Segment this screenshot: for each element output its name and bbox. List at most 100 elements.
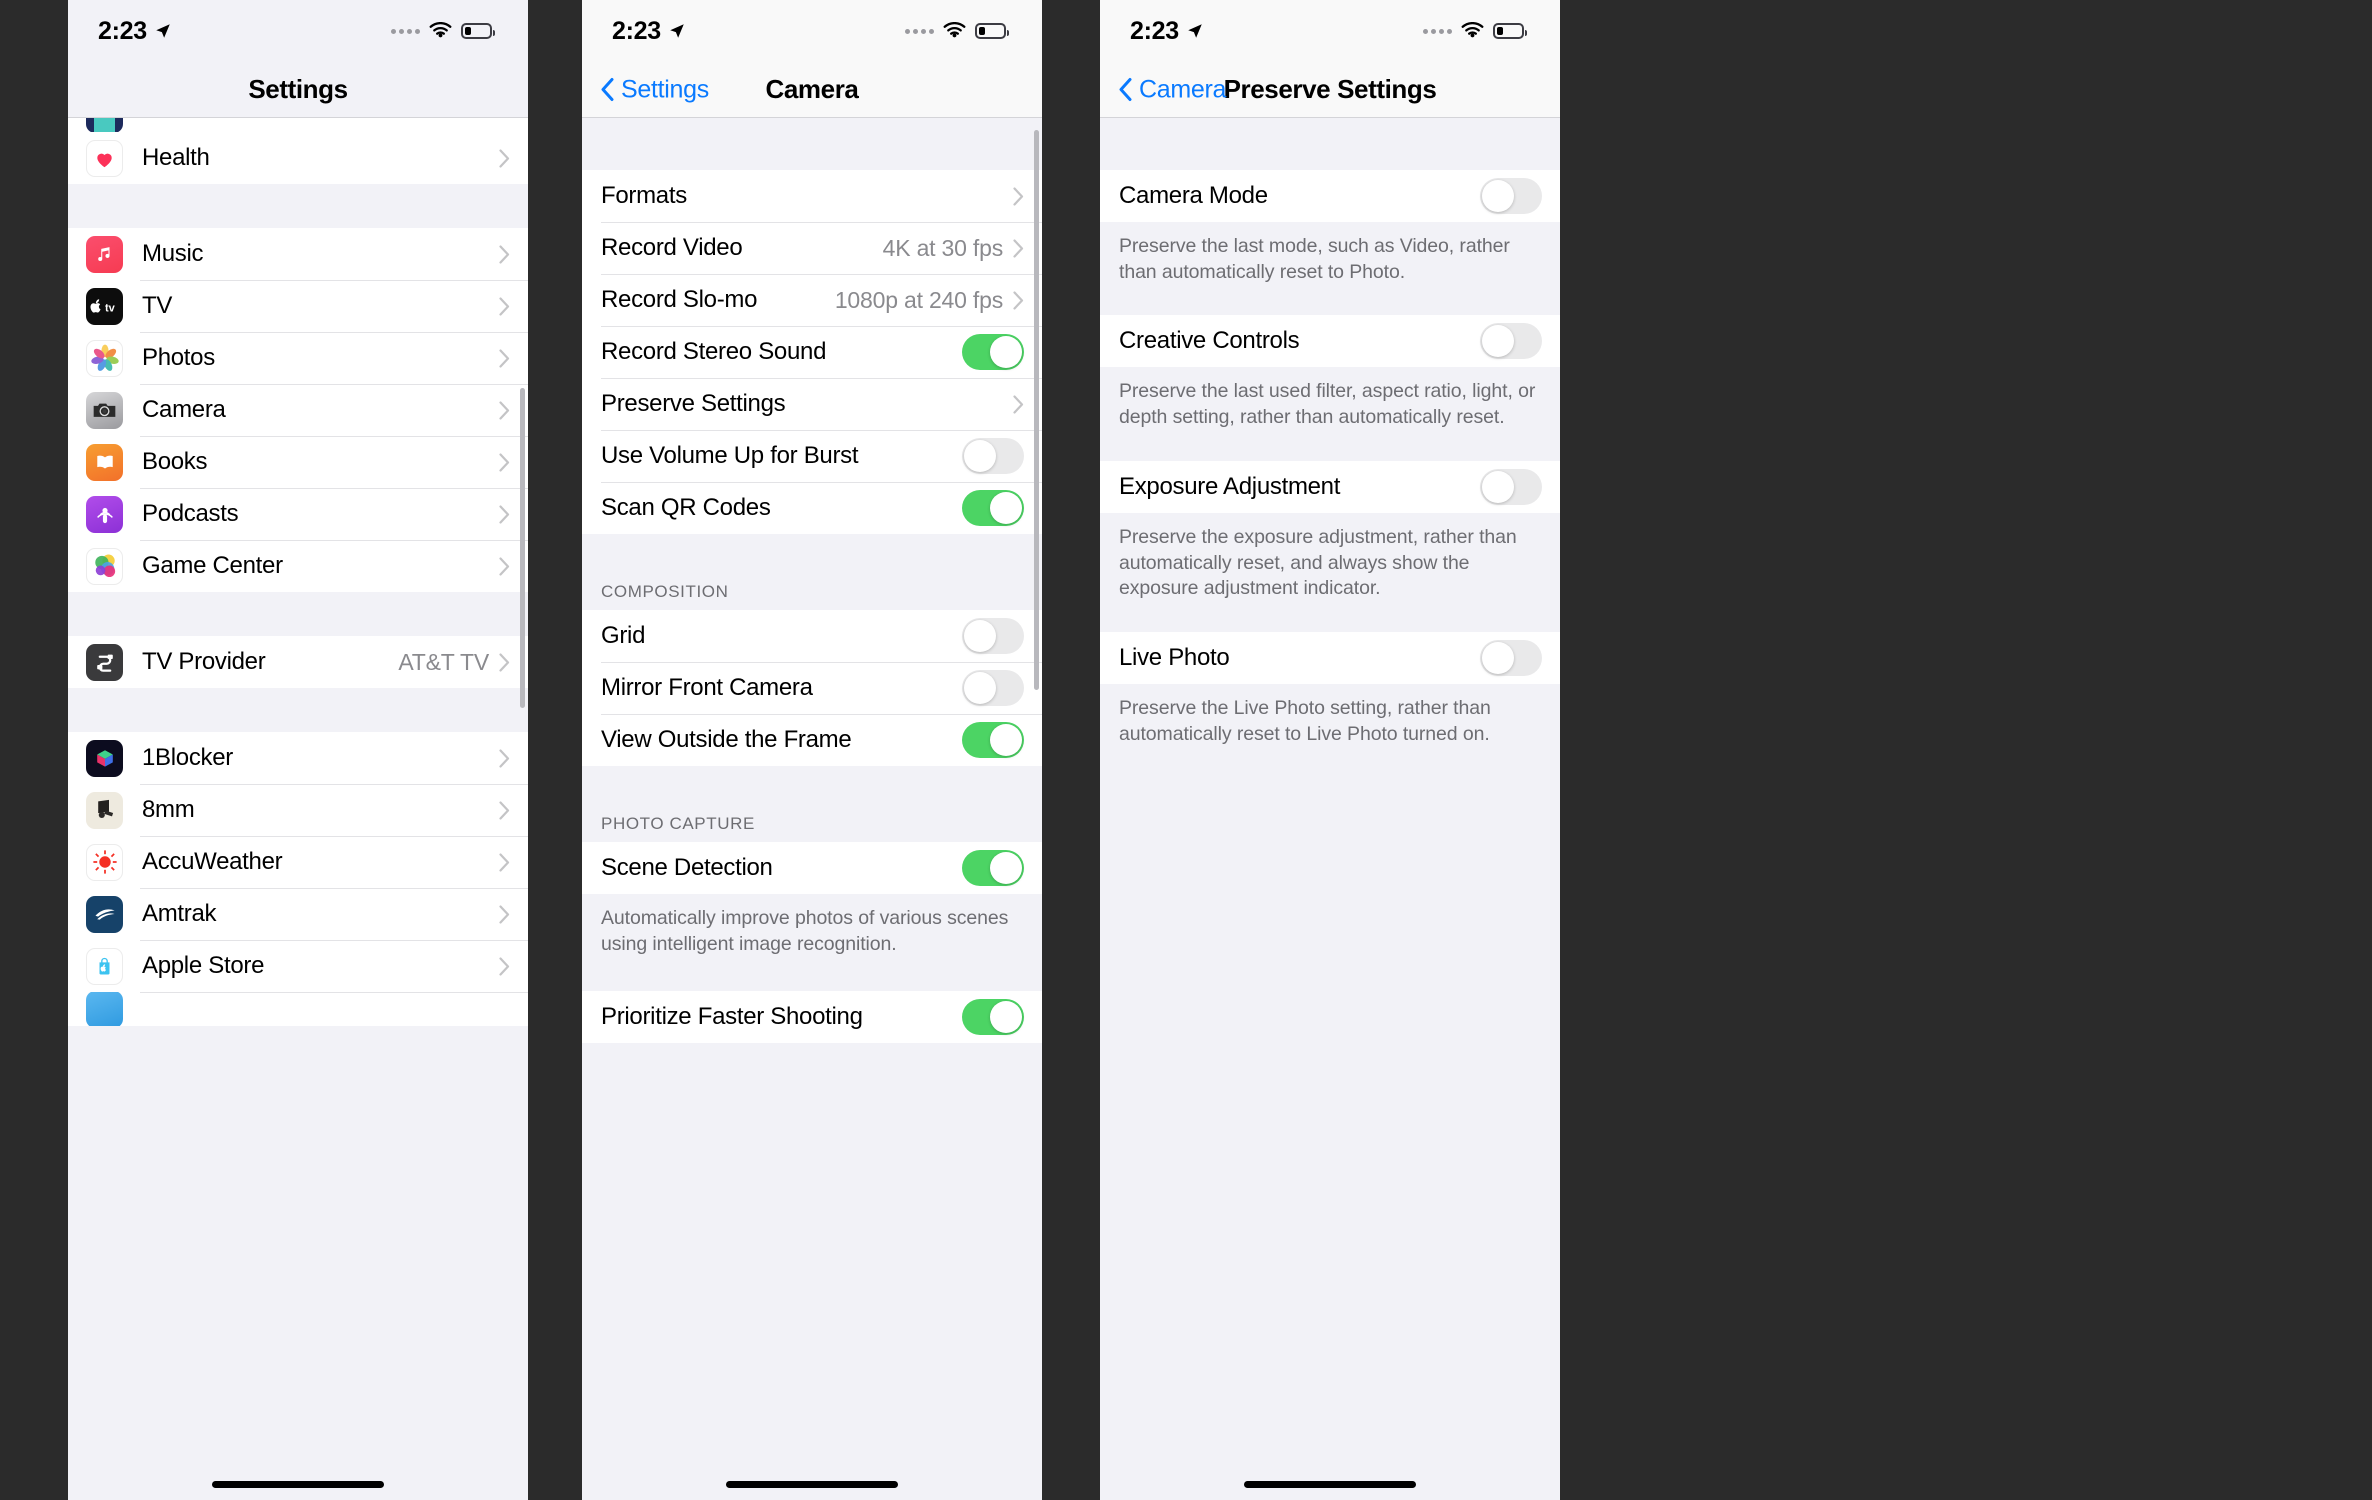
row-live-photo[interactable]: Live Photo (1100, 632, 1560, 685)
chevron-right-icon (499, 904, 510, 924)
row-creative-controls[interactable]: Creative Controls (1100, 315, 1560, 368)
group-spacer (68, 688, 528, 732)
chevron-right-icon (499, 148, 510, 168)
back-button[interactable]: Camera (1118, 75, 1226, 104)
list-item-label: Exposure Adjustment (1119, 472, 1341, 500)
row-camera-mode[interactable]: Camera Mode (1100, 170, 1560, 222)
sidebar-item-books[interactable]: Books (68, 436, 528, 488)
page-title: Camera (765, 74, 859, 104)
row-preserve-settings[interactable]: Preserve Settings (582, 378, 1042, 430)
list-item-partial-bottom[interactable] (68, 992, 528, 1026)
chevron-right-icon (499, 400, 510, 420)
sidebar-item-game-center[interactable]: Game Center (68, 540, 528, 592)
back-button[interactable]: Settings (600, 75, 709, 104)
row-prioritize-faster-shooting[interactable]: Prioritize Faster Shooting (582, 991, 1042, 1044)
preserve-settings-scroll-area[interactable]: Camera Mode Preserve the last mode, such… (1100, 118, 1560, 1500)
camera-scroll-area[interactable]: Formats Record Video 4K at 30 fps Record… (582, 118, 1042, 1500)
group-exposure-adjustment: Exposure Adjustment (1100, 460, 1560, 513)
list-item-label: TV Provider (142, 648, 266, 675)
chevron-right-icon (499, 504, 510, 524)
row-use-volume-up-for-burst[interactable]: Use Volume Up for Burst (582, 430, 1042, 482)
list-item-label: Camera (142, 396, 226, 423)
toggle-grid[interactable] (962, 618, 1024, 654)
chevron-right-icon (499, 452, 510, 472)
toggle-view-outside-the-frame[interactable] (962, 722, 1024, 758)
footnote-scene-detection: Automatically improve photos of various … (582, 894, 1042, 992)
sidebar-item-1blocker[interactable]: 1Blocker (68, 732, 528, 784)
settings-group-tv-provider: TV Provider AT&T TV (68, 636, 528, 688)
sidebar-item-podcasts[interactable]: Podcasts (68, 488, 528, 540)
section-header-composition: COMPOSITION (582, 564, 1042, 610)
list-item-label: Preserve Settings (601, 390, 786, 417)
sidebar-item-accuweather[interactable]: AccuWeather (68, 836, 528, 888)
row-scan-qr-codes[interactable]: Scan QR Codes (582, 482, 1042, 534)
group-spacer (1100, 118, 1560, 170)
row-scene-detection[interactable]: Scene Detection (582, 842, 1042, 894)
list-item-label: Game Center (142, 552, 283, 579)
camera-photo-capture-group: Scene Detection (582, 842, 1042, 894)
partial-app-icon (86, 992, 123, 1026)
list-item-partial[interactable] (68, 118, 528, 132)
row-record-stereo-sound[interactable]: Record Stereo Sound (582, 326, 1042, 378)
group-creative-controls: Creative Controls (1100, 315, 1560, 368)
sidebar-item-music[interactable]: Music (68, 228, 528, 280)
row-record-video[interactable]: Record Video 4K at 30 fps (582, 222, 1042, 274)
sidebar-item-tv-provider[interactable]: TV Provider AT&T TV (68, 636, 528, 688)
scroll-indicator[interactable] (1034, 130, 1039, 690)
wifi-icon (1461, 22, 1484, 38)
toggle-creative-controls[interactable] (1480, 323, 1542, 360)
list-item-label: Live Photo (1119, 644, 1230, 672)
sidebar-item-tv[interactable]: tv TV (68, 280, 528, 332)
toggle-record-stereo-sound[interactable] (962, 334, 1024, 370)
list-item-label: Formats (601, 182, 687, 209)
phone-settings-list: 2:23 Settings Health Music tv TV Photos … (68, 0, 528, 1500)
list-item-label: Record Stereo Sound (601, 338, 827, 365)
row-view-outside-the-frame[interactable]: View Outside the Frame (582, 714, 1042, 766)
settings-group-media: Music tv TV Photos Camera Books Podcasts… (68, 228, 528, 592)
row-record-slo-mo[interactable]: Record Slo-mo 1080p at 240 fps (582, 274, 1042, 326)
toggle-camera-mode[interactable] (1480, 178, 1542, 214)
settings-group-partial (68, 118, 528, 132)
sidebar-item-amtrak[interactable]: Amtrak (68, 888, 528, 940)
page-title: Settings (248, 74, 348, 104)
toggle-exposure-adjustment[interactable] (1480, 468, 1542, 505)
sidebar-item-photos[interactable]: Photos (68, 332, 528, 384)
list-item-label: Grid (601, 622, 646, 649)
sidebar-item-apple-store[interactable]: Apple Store (68, 940, 528, 992)
sidebar-item-camera[interactable]: Camera (68, 384, 528, 436)
sidebar-item-8mm[interactable]: 8mm (68, 784, 528, 836)
list-item-label: Health (142, 144, 210, 171)
toggle-mirror-front-camera[interactable] (962, 670, 1024, 706)
camera-main-group: Formats Record Video 4K at 30 fps Record… (582, 170, 1042, 534)
amtrak-icon (86, 895, 123, 933)
home-indicator (1244, 1481, 1416, 1488)
toggle-scene-detection[interactable] (962, 850, 1024, 886)
row-formats[interactable]: Formats (582, 170, 1042, 222)
sidebar-item-health[interactable]: Health (68, 132, 528, 184)
toggle-scan-qr-codes[interactable] (962, 490, 1024, 526)
row-exposure-adjustment[interactable]: Exposure Adjustment (1100, 460, 1560, 513)
list-item-value: 4K at 30 fps (882, 234, 1004, 261)
list-item-label: Record Video (601, 234, 743, 261)
camera-icon (86, 391, 123, 429)
toggle-use-volume-up-for-burst[interactable] (962, 438, 1024, 474)
list-item-label: TV (142, 292, 173, 319)
chevron-right-icon (499, 652, 510, 672)
wifi-icon (429, 22, 452, 38)
location-arrow-icon (670, 24, 684, 38)
8mm-icon (86, 791, 123, 829)
chevron-right-icon (499, 244, 510, 264)
footnote-exposure-adjustment: Preserve the exposure adjustment, rather… (1100, 512, 1560, 633)
scroll-indicator[interactable] (520, 388, 525, 708)
row-mirror-front-camera[interactable]: Mirror Front Camera (582, 662, 1042, 714)
toggle-prioritize-faster-shooting[interactable] (962, 999, 1024, 1036)
settings-scroll-area[interactable]: Health Music tv TV Photos Camera Books P… (68, 118, 528, 1500)
row-grid[interactable]: Grid (582, 610, 1042, 662)
toggle-live-photo[interactable] (1480, 640, 1542, 677)
location-arrow-icon (1188, 24, 1202, 38)
chevron-right-icon (1013, 290, 1024, 310)
chevron-left-icon (601, 78, 614, 101)
list-item-label: 8mm (142, 796, 195, 823)
list-item-label: Use Volume Up for Burst (601, 442, 859, 469)
status-bar: 2:23 (1100, 0, 1560, 62)
